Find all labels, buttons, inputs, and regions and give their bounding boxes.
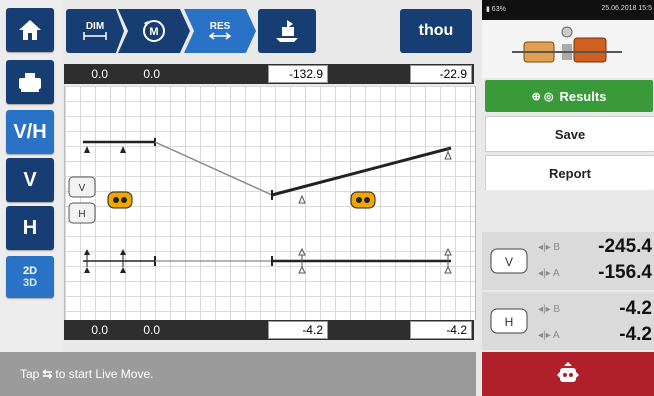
svg-text:H: H xyxy=(78,209,85,220)
report-button[interactable]: Report xyxy=(485,155,654,191)
hint-prefix: Tap xyxy=(20,367,40,381)
measure-icon: M xyxy=(143,20,165,42)
horizontal-readout-bar: 0.0 0.0 -4.2 -4.2 xyxy=(64,320,474,340)
home-icon xyxy=(19,20,41,40)
v-movable-shaft xyxy=(271,146,452,197)
v-foot-marker-3 xyxy=(298,194,306,204)
save-label: Save xyxy=(554,126,586,142)
horizontal-view-icon[interactable]: H xyxy=(68,202,96,224)
right-panel-spacer xyxy=(482,190,654,230)
alignment-plot-svg: V H xyxy=(68,138,452,274)
horizontal-result-a-value: -4.2 xyxy=(619,324,652,345)
machine-train-icon xyxy=(512,26,622,63)
units-label: thou xyxy=(418,22,454,39)
report-label: Report xyxy=(549,165,591,181)
coupling-gap-icon: ◂|▸ B xyxy=(538,241,561,253)
v-foot-marker-2 xyxy=(120,146,126,153)
results-icon: ⊕ ◎ xyxy=(531,90,554,103)
status-datetime: 25.06.2018 15:5 xyxy=(601,5,652,12)
mode-2d-label: 2D xyxy=(22,265,38,277)
view-h-button[interactable]: H xyxy=(6,206,54,250)
vertical-result-b-value: -245.4 xyxy=(598,236,652,257)
dimension-arrow-icon xyxy=(83,32,107,40)
left-sidebar: V/H V H 2D 3D xyxy=(0,0,62,352)
battery-percent: 63% xyxy=(491,6,506,13)
horizontal-result-a-label: A xyxy=(552,329,560,341)
v-foot-marker-4 xyxy=(444,150,452,160)
v-readout-right: -22.9 xyxy=(410,65,472,83)
vertical-result-a-label: A xyxy=(552,267,560,279)
alignment-plot: V H xyxy=(64,86,476,320)
hint-suffix: to start Live Move. xyxy=(55,367,154,381)
vertical-result-a-value: -156.4 xyxy=(598,262,652,283)
view-v-label: V xyxy=(23,168,37,191)
horizontal-view-result-icon: H xyxy=(490,308,528,334)
horizontal-result-a: ◂|▸ A -4.2 xyxy=(538,324,652,346)
svg-text:V: V xyxy=(505,255,513,269)
h-readout-right: -4.2 xyxy=(410,321,472,339)
vertical-result-a: ◂|▸ A -156.4 xyxy=(538,262,652,284)
stationary-feet-icon xyxy=(107,191,133,209)
view-vh-label: V/H xyxy=(13,120,47,143)
units-button[interactable]: thou xyxy=(400,9,472,53)
results-arrows-icon xyxy=(209,32,231,40)
v-coupling-line xyxy=(154,141,273,196)
svg-text:V: V xyxy=(79,183,86,194)
v-readout-left-a: 0.0 xyxy=(91,67,108,81)
dimensions-step[interactable]: DIM xyxy=(66,9,124,53)
live-move-hint-icon: ⇆ xyxy=(42,367,53,381)
results-step[interactable]: RES xyxy=(184,9,256,53)
results-label: Results xyxy=(559,88,607,104)
horizontal-result-b-value: -4.2 xyxy=(619,298,652,319)
live-move-icon xyxy=(557,362,579,382)
horizontal-result-b-label: B xyxy=(553,303,561,315)
vertical-view-icon[interactable]: V xyxy=(68,176,96,198)
view-vh-button[interactable]: V/H xyxy=(6,110,54,154)
vertical-result-b-label: B xyxy=(553,241,561,253)
move-machine-icon xyxy=(276,20,298,42)
view-h-label: H xyxy=(22,216,38,239)
toggle-2d-3d-button[interactable]: 2D 3D xyxy=(6,256,54,298)
h-readout-left-a: 0.0 xyxy=(91,323,108,337)
view-v-button[interactable]: V xyxy=(6,158,54,202)
movable-feet-icon[interactable] xyxy=(350,191,376,209)
machine-icon xyxy=(19,73,41,92)
machine-train-thumbnail[interactable] xyxy=(482,20,654,78)
home-button[interactable] xyxy=(6,8,54,52)
coupling-offset-icon: ◂|▸ A xyxy=(538,267,560,279)
live-move-button[interactable] xyxy=(482,352,654,396)
move-button[interactable] xyxy=(258,9,316,53)
vertical-result-b: ◂|▸ B -245.4 xyxy=(538,236,652,258)
v-foot-marker-1 xyxy=(84,146,90,153)
horizontal-result-b: ◂|▸ B -4.2 xyxy=(538,298,652,320)
mode-3d-label: 3D xyxy=(22,277,38,289)
res-label: RES xyxy=(209,21,231,32)
v-readout-center: -132.9 xyxy=(268,65,328,83)
machine-setup-button[interactable] xyxy=(6,60,54,104)
h-readout-left-b: 0.0 xyxy=(143,323,160,337)
h-readout-center: -4.2 xyxy=(268,321,328,339)
vertical-readout-bar: 0.0 0.0 -132.9 -22.9 xyxy=(64,64,474,84)
svg-text:H: H xyxy=(505,315,514,329)
coupling-gap-icon-h: ◂|▸ B xyxy=(538,303,561,315)
v-readout-left-b: 0.0 xyxy=(143,67,160,81)
device-status-bar: ▮ 63% 25.06.2018 15:5 xyxy=(482,0,654,20)
vertical-view-result-icon: V xyxy=(490,248,528,274)
coupling-offset-icon-h: ◂|▸ A xyxy=(538,329,560,341)
save-button[interactable]: Save xyxy=(485,116,654,152)
dim-label: DIM xyxy=(85,21,105,32)
hint-bar: Tap ⇆ to start Live Move. xyxy=(0,352,476,396)
measure-step[interactable]: M xyxy=(118,9,190,53)
results-button[interactable]: ⊕ ◎ Results xyxy=(485,80,653,112)
svg-text:M: M xyxy=(149,26,158,38)
battery-indicator: ▮ 63% xyxy=(486,6,506,13)
